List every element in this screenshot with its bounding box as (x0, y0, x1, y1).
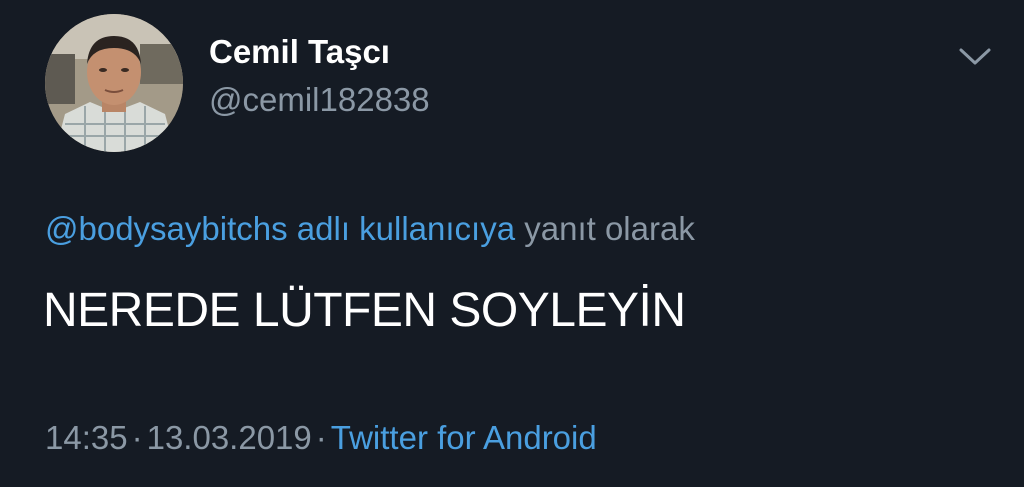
reply-suffix: yanıt olarak (515, 210, 695, 247)
author-handle[interactable]: @cemil182838 (209, 81, 430, 119)
tweet-meta: 14:35 · 13.03.2019 · Twitter for Android (45, 419, 597, 457)
avatar[interactable] (45, 14, 183, 152)
meta-separator: · (315, 419, 327, 456)
tweet-date[interactable]: 13.03.2019 (147, 419, 312, 456)
tweet-time[interactable]: 14:35 (45, 419, 128, 456)
author-display-name[interactable]: Cemil Taşcı (209, 33, 390, 71)
avatar-photo (45, 14, 183, 152)
reply-mention-link[interactable]: @bodysaybitchs adlı kullanıcıya (45, 210, 515, 247)
meta-separator: · (131, 419, 143, 456)
chevron-down-icon[interactable] (957, 44, 993, 68)
tweet-card: Cemil Taşcı @cemil182838 @bodysaybitchs … (0, 0, 1024, 487)
tweet-text: NEREDE LÜTFEN SOYLEYİN (43, 284, 686, 337)
tweet-source-link[interactable]: Twitter for Android (331, 419, 597, 456)
reply-context: @bodysaybitchs adlı kullanıcıya yanıt ol… (45, 210, 695, 248)
